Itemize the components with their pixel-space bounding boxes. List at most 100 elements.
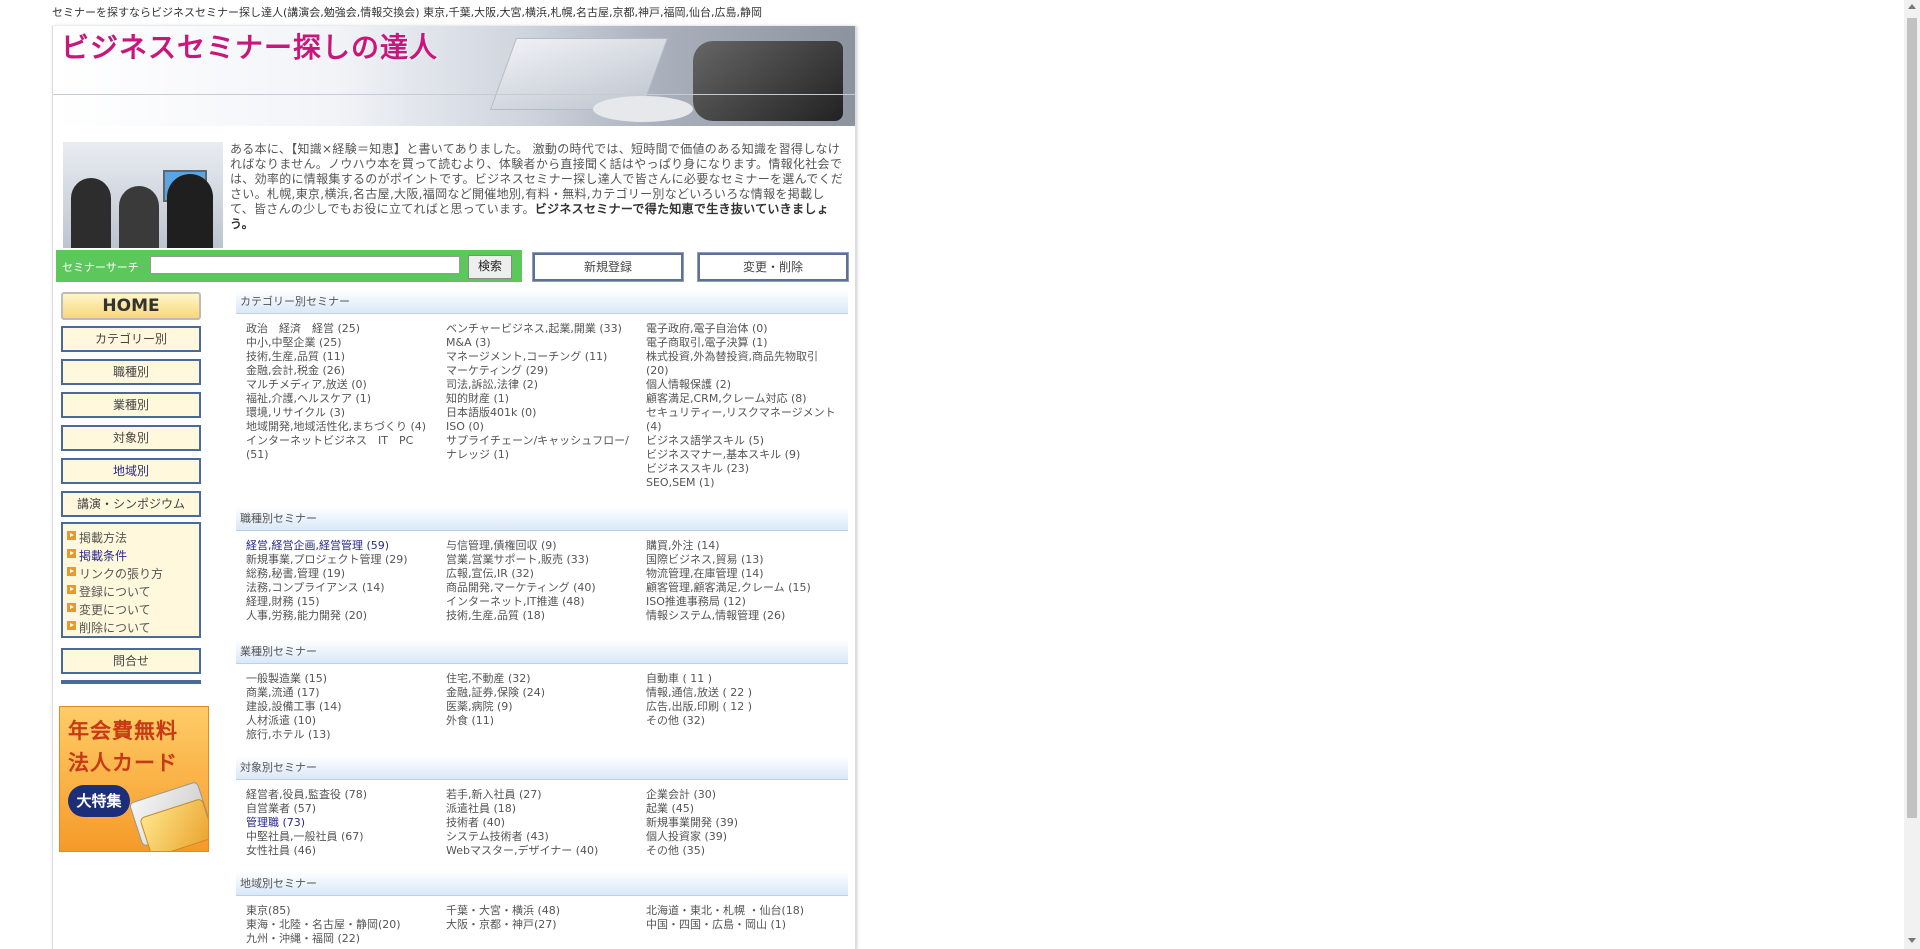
list-item[interactable]: 人事,労務,能力開発 (20)	[246, 609, 442, 623]
list-item[interactable]: 中堅社員,一般社員 (67)	[246, 830, 442, 844]
list-item[interactable]: 技術者 (40)	[446, 816, 642, 830]
scrollbar[interactable]	[1904, 0, 1920, 949]
list-item[interactable]: ISO推進事務局 (12)	[646, 595, 851, 609]
list-item[interactable]: 経営,経営企画,経営管理 (59)	[246, 539, 442, 553]
list-item[interactable]: 東海・北陸・名古屋・静岡(20)	[246, 918, 442, 932]
list-item[interactable]: サプライチェーン/キャッシュフロー/	[446, 434, 642, 448]
list-item[interactable]: 千葉・大宮・横浜 (48)	[446, 904, 642, 918]
register-button[interactable]: 新規登録	[532, 252, 684, 282]
list-item[interactable]: 商業,流通 (17)	[246, 686, 442, 700]
list-item[interactable]: 商品開発,マーケティング (40)	[446, 581, 642, 595]
site-title[interactable]: ビジネスセミナー探しの達人	[61, 26, 438, 66]
list-item[interactable]: 電子政府,電子自治体 (0)	[646, 322, 851, 336]
list-item[interactable]: 企業会計 (30)	[646, 788, 851, 802]
list-item[interactable]: 中国・四国・広島・岡山 (1)	[646, 918, 851, 932]
link-about-delete[interactable]: 削除について	[67, 619, 151, 636]
list-item[interactable]: 新規事業開発 (39)	[646, 816, 851, 830]
list-item[interactable]: ISO (0)	[446, 420, 642, 434]
list-item[interactable]: 技術,生産,品質 (18)	[446, 609, 642, 623]
list-item[interactable]: 北海道・東北・札幌 ・仙台(18)	[646, 904, 851, 918]
nav-lecture[interactable]: 講演・シンポジウム	[61, 491, 201, 517]
list-item[interactable]: 大阪・京都・神戸(27)	[446, 918, 642, 932]
list-item[interactable]: 住宅,不動産 (32)	[446, 672, 642, 686]
list-item[interactable]: SEO,SEM (1)	[646, 476, 851, 490]
list-item[interactable]: 九州・沖縄・福岡 (22)	[246, 932, 442, 946]
list-item[interactable]: ビジネススキル (23)	[646, 462, 851, 476]
list-item[interactable]: 管理職 (73)	[246, 816, 442, 830]
nav-job[interactable]: 職種別	[61, 359, 201, 385]
list-item[interactable]: その他 (32)	[646, 714, 851, 728]
list-item[interactable]: 電子商取引,電子決算 (1)	[646, 336, 851, 350]
list-item[interactable]: 旅行,ホテル (13)	[246, 728, 442, 742]
list-item[interactable]: 国際ビジネス,貿易 (13)	[646, 553, 851, 567]
list-item[interactable]: 購買,外注 (14)	[646, 539, 851, 553]
list-item[interactable]: 司法,訴訟,法律 (2)	[446, 378, 642, 392]
list-item[interactable]: 政治 経済 経営 (25)	[246, 322, 442, 336]
list-item[interactable]: 地域開発,地域活性化,まちづくり (4)	[246, 420, 442, 434]
list-item[interactable]: 個人投資家 (39)	[646, 830, 851, 844]
link-howto-link[interactable]: リンクの張り方	[67, 565, 163, 582]
list-item[interactable]: 顧客満足,CRM,クレーム対応 (8)	[646, 392, 851, 406]
list-item[interactable]: 経理,財務 (15)	[246, 595, 442, 609]
list-item[interactable]: 新規事業,プロジェクト管理 (29)	[246, 553, 442, 567]
list-item[interactable]: 情報システム,情報管理 (26)	[646, 609, 851, 623]
link-about-change[interactable]: 変更について	[67, 601, 151, 618]
list-item[interactable]: ビジネスマナー,基本スキル (9)	[646, 448, 851, 462]
list-item[interactable]: 自営業者 (57)	[246, 802, 442, 816]
list-item[interactable]: (4)	[646, 420, 851, 434]
list-item[interactable]: マルチメディア,放送 (0)	[246, 378, 442, 392]
list-item[interactable]: 営業,営業サポート,販売 (33)	[446, 553, 642, 567]
list-item[interactable]: 物流管理,在庫管理 (14)	[646, 567, 851, 581]
list-item[interactable]: M&A (3)	[446, 336, 642, 350]
nav-industry[interactable]: 業種別	[61, 392, 201, 418]
search-button[interactable]: 検索	[468, 255, 512, 279]
list-item[interactable]: マネージメント,コーチング (11)	[446, 350, 642, 364]
list-item[interactable]: 中小,中堅企業 (25)	[246, 336, 442, 350]
list-item[interactable]: 知的財産 (1)	[446, 392, 642, 406]
scrollbar-thumb[interactable]	[1907, 18, 1917, 818]
list-item[interactable]: 情報,通信,放送 ( 22 )	[646, 686, 851, 700]
list-item[interactable]: 広告,出版,印刷 ( 12 )	[646, 700, 851, 714]
scroll-up-icon[interactable]	[1908, 4, 1916, 9]
list-item[interactable]: 環境,リサイクル (3)	[246, 406, 442, 420]
list-item[interactable]: 金融,会計,税金 (26)	[246, 364, 442, 378]
list-item[interactable]: 自動車 ( 11 )	[646, 672, 851, 686]
list-item[interactable]: 福祉,介護,ヘルスケア (1)	[246, 392, 442, 406]
list-item[interactable]: システム技術者 (43)	[446, 830, 642, 844]
list-item[interactable]: 顧客管理,顧客満足,クレーム (15)	[646, 581, 851, 595]
list-item[interactable]: 起業 (45)	[646, 802, 851, 816]
search-input[interactable]	[150, 256, 460, 274]
list-item[interactable]: 法務,コンプライアンス (14)	[246, 581, 442, 595]
list-item[interactable]: 一般製造業 (15)	[246, 672, 442, 686]
list-item[interactable]: 建設,設備工事 (14)	[246, 700, 442, 714]
nav-contact[interactable]: 問合せ	[61, 648, 201, 674]
list-item[interactable]: Webマスター,デザイナー (40)	[446, 844, 642, 858]
nav-home[interactable]: HOME	[61, 292, 201, 320]
list-item[interactable]: 金融,証券,保険 (24)	[446, 686, 642, 700]
list-item[interactable]: (51)	[246, 448, 442, 462]
list-item[interactable]: 与信管理,債権回収 (9)	[446, 539, 642, 553]
list-item[interactable]: (20)	[646, 364, 851, 378]
list-item[interactable]: 経営者,役員,監査役 (78)	[246, 788, 442, 802]
scroll-down-icon[interactable]	[1908, 938, 1916, 943]
nav-category[interactable]: カテゴリー別	[61, 326, 201, 352]
list-item[interactable]: ナレッジ (1)	[446, 448, 642, 462]
list-item[interactable]: インターネット,IT推進 (48)	[446, 595, 642, 609]
list-item[interactable]: 外食 (11)	[446, 714, 642, 728]
list-item[interactable]: 技術,生産,品質 (11)	[246, 350, 442, 364]
change-delete-button[interactable]: 変更・削除	[697, 252, 849, 282]
list-item[interactable]: 個人情報保護 (2)	[646, 378, 851, 392]
list-item[interactable]: 広報,宣伝,IR (32)	[446, 567, 642, 581]
list-item[interactable]: セキュリティー,リスクマネージメント	[646, 406, 851, 420]
corporate-card-banner[interactable]: 年会費無料 法人カード 大特集	[59, 706, 209, 852]
list-item[interactable]: 日本語版401k (0)	[446, 406, 642, 420]
list-item[interactable]: 若手,新入社員 (27)	[446, 788, 642, 802]
list-item[interactable]: インターネットビジネス IT PC	[246, 434, 442, 448]
list-item[interactable]: 総務,秘書,管理 (19)	[246, 567, 442, 581]
list-item[interactable]: 東京(85)	[246, 904, 442, 918]
list-item[interactable]: 女性社員 (46)	[246, 844, 442, 858]
nav-target[interactable]: 対象別	[61, 425, 201, 451]
list-item[interactable]: 派遣社員 (18)	[446, 802, 642, 816]
list-item[interactable]: ビジネス語学スキル (5)	[646, 434, 851, 448]
list-item[interactable]: ベンチャービジネス,起業,開業 (33)	[446, 322, 642, 336]
